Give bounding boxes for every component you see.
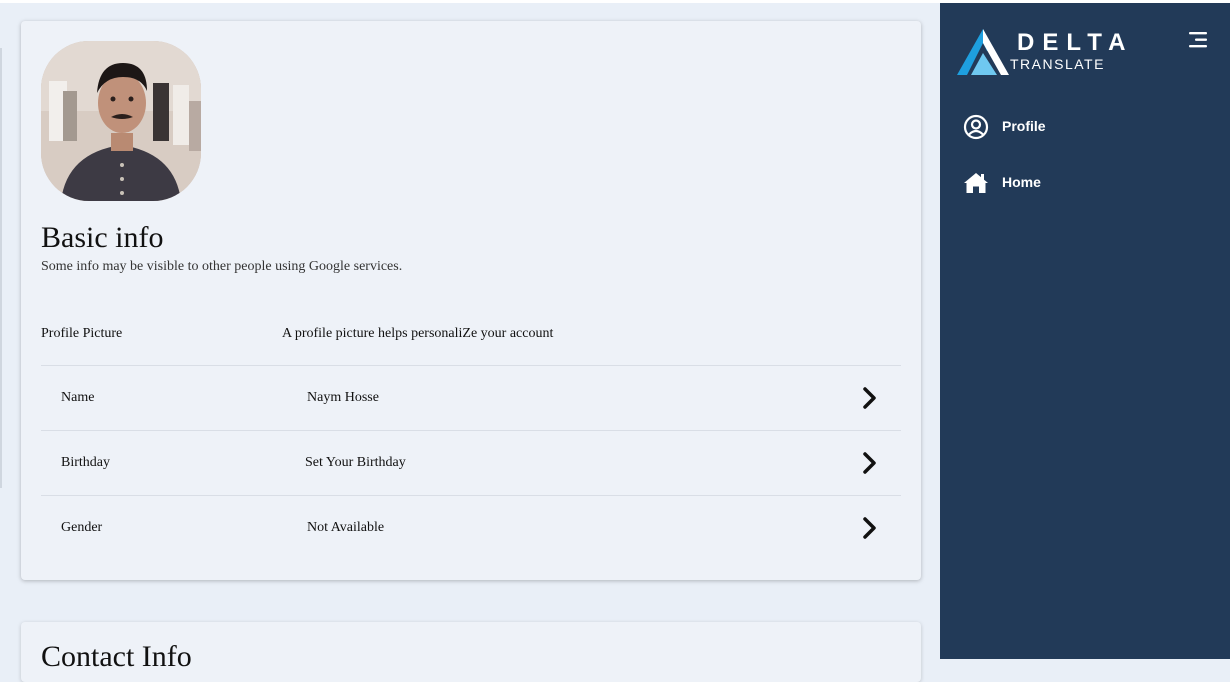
brand-name: DELTA <box>1017 29 1134 56</box>
sidebar: DELTA TRANSLATE Profile Home <box>940 3 1230 659</box>
brand-subtitle: TRANSLATE <box>1010 56 1105 72</box>
section-title: Basic info <box>41 221 164 254</box>
chevron-right-icon[interactable] <box>861 386 879 410</box>
sidebar-item-label: Home <box>1002 174 1041 190</box>
avatar[interactable] <box>41 41 201 201</box>
hamburger-menu-icon[interactable] <box>1189 31 1209 49</box>
gender-row[interactable]: Gender Not Available <box>41 496 901 560</box>
gender-value: Not Available <box>307 520 385 535</box>
birthday-label: Birthday <box>61 455 110 470</box>
basic-info-card: Basic info Some info may be visible to o… <box>21 21 921 580</box>
sidebar-item-label: Profile <box>1002 118 1046 134</box>
home-icon <box>964 173 988 193</box>
name-label: Name <box>61 390 95 405</box>
chevron-right-icon[interactable] <box>861 516 879 540</box>
profile-picture-label: Profile Picture <box>41 326 123 341</box>
gender-label: Gender <box>61 520 103 535</box>
sidebar-item-profile[interactable]: Profile <box>963 112 1163 142</box>
contact-info-card: Contact Info <box>21 622 921 682</box>
user-circle-icon <box>963 114 989 140</box>
name-value: Naym Hosse <box>307 390 379 405</box>
contact-section-title: Contact Info <box>41 640 192 673</box>
birthday-row[interactable]: Birthday Set Your Birthday <box>41 431 901 496</box>
profile-picture-description: A profile picture helps personaliZe your… <box>282 326 554 341</box>
sidebar-item-home[interactable]: Home <box>963 168 1163 198</box>
brand-logo[interactable]: DELTA TRANSLATE <box>957 29 1125 77</box>
left-edge-panel <box>0 48 2 488</box>
birthday-value: Set Your Birthday <box>305 455 406 470</box>
name-row[interactable]: Name Naym Hosse <box>41 366 901 431</box>
delta-logo-icon <box>957 29 1009 75</box>
chevron-right-icon[interactable] <box>861 451 879 475</box>
section-subtitle: Some info may be visible to other people… <box>41 259 403 274</box>
profile-picture-row: Profile Picture A profile picture helps … <box>41 317 901 366</box>
